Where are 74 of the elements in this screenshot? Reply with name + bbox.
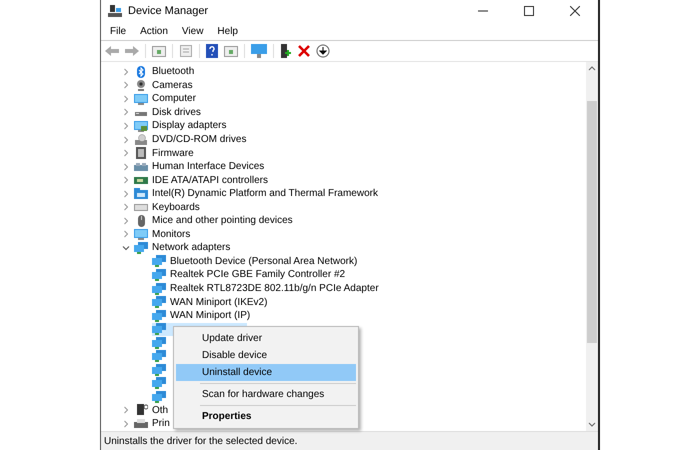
tree-item[interactable]: IDE ATA/ATAPI controllers (134, 174, 271, 187)
network-icon (152, 255, 166, 268)
context-menu-item[interactable]: Uninstall device (176, 364, 356, 381)
tree-item[interactable]: Mice and other pointing devices (134, 214, 296, 228)
menu-item[interactable]: Action (133, 26, 175, 36)
add-device-icon[interactable] (280, 44, 292, 58)
tree-item[interactable]: Oth (134, 404, 172, 417)
menu-item[interactable]: File (103, 26, 134, 36)
maximize-icon (524, 6, 534, 16)
network-icon (152, 390, 166, 403)
webcam-icon (134, 79, 148, 92)
properties-icon[interactable] (179, 45, 193, 57)
tree-item[interactable]: Display adapters (134, 119, 230, 132)
tree-item[interactable]: Human Interface Devices (134, 160, 268, 174)
scrollbar[interactable] (586, 62, 598, 431)
tree-item[interactable]: Network adapters (134, 241, 234, 254)
tree-item[interactable]: Computer (134, 92, 199, 106)
back-icon[interactable] (105, 45, 119, 57)
tree-item[interactable]: Realtek PCIe GBE Family Controller #2 (152, 268, 348, 282)
scroll-up-icon[interactable] (588, 65, 596, 71)
tree-item[interactable]: Intel(R) Dynamic Platform and Thermal Framework (134, 187, 381, 200)
forward-icon[interactable] (125, 45, 139, 57)
keyboard-icon (134, 201, 148, 214)
network-icon (152, 310, 166, 322)
monitor-icon[interactable] (251, 44, 267, 58)
network-icon (152, 377, 166, 390)
monitor-icon (134, 228, 148, 240)
network-icon (152, 364, 166, 376)
window-icon[interactable] (152, 45, 166, 57)
network-icon (152, 336, 166, 349)
network-icon (152, 268, 166, 281)
monitor-icon (134, 92, 148, 105)
window-title: Device Manager (128, 5, 208, 17)
tree-item[interactable]: Keyboards (134, 200, 203, 214)
delete-icon[interactable] (298, 45, 310, 57)
app-icon (108, 4, 122, 18)
download-icon[interactable] (316, 44, 330, 58)
status-text: Uninstalls the driver for the selected device. (104, 436, 298, 446)
scroll-down-icon[interactable] (588, 422, 596, 428)
tree-item[interactable]: DVD/CD-ROM drives (134, 133, 250, 146)
tree-item[interactable]: Realtek RTL8723DE 802.11b/g/n PCIe Adapter (152, 282, 382, 296)
context-menu-item[interactable]: Update driver (176, 330, 356, 347)
network-icon (134, 242, 148, 254)
card-icon (134, 174, 148, 186)
network-icon (152, 323, 166, 336)
tree-item[interactable]: WAN Miniport (IKEv2) (152, 296, 270, 309)
network-icon (152, 296, 166, 308)
close-icon (570, 6, 580, 16)
tree-item[interactable]: Prin (134, 417, 173, 430)
menu-item[interactable]: Help (210, 26, 245, 36)
tree-item[interactable]: Bluetooth (134, 65, 198, 78)
tree-item[interactable]: Disk drives (134, 106, 204, 119)
network-icon (152, 282, 166, 295)
help-icon[interactable] (206, 44, 218, 58)
disc-drive-icon (134, 134, 148, 146)
network-icon (152, 350, 166, 362)
scrollbar-thumb[interactable] (587, 101, 597, 343)
folder-icon (134, 188, 148, 200)
device-icon (134, 160, 148, 173)
printer-icon (134, 418, 148, 430)
context-menu-item[interactable]: Properties (176, 408, 356, 425)
context-menu-item[interactable]: Scan for hardware changes (176, 386, 356, 403)
display-icon (134, 120, 148, 132)
bluetooth-icon (134, 66, 148, 78)
tree-item[interactable]: Firmware (134, 146, 197, 160)
tree-item[interactable]: Cameras (134, 78, 196, 92)
device-icon (134, 404, 148, 416)
menu-item[interactable]: View (174, 26, 210, 36)
context-menu-item[interactable]: Disable device (176, 347, 356, 364)
window-icon[interactable] (224, 45, 238, 57)
tree-item[interactable]: Bluetooth Device (Personal Area Network) (152, 254, 360, 268)
tree-item[interactable]: Monitors (134, 228, 194, 241)
tree-item[interactable]: WAN Miniport (IP) (152, 309, 254, 322)
chip-icon (134, 147, 148, 160)
